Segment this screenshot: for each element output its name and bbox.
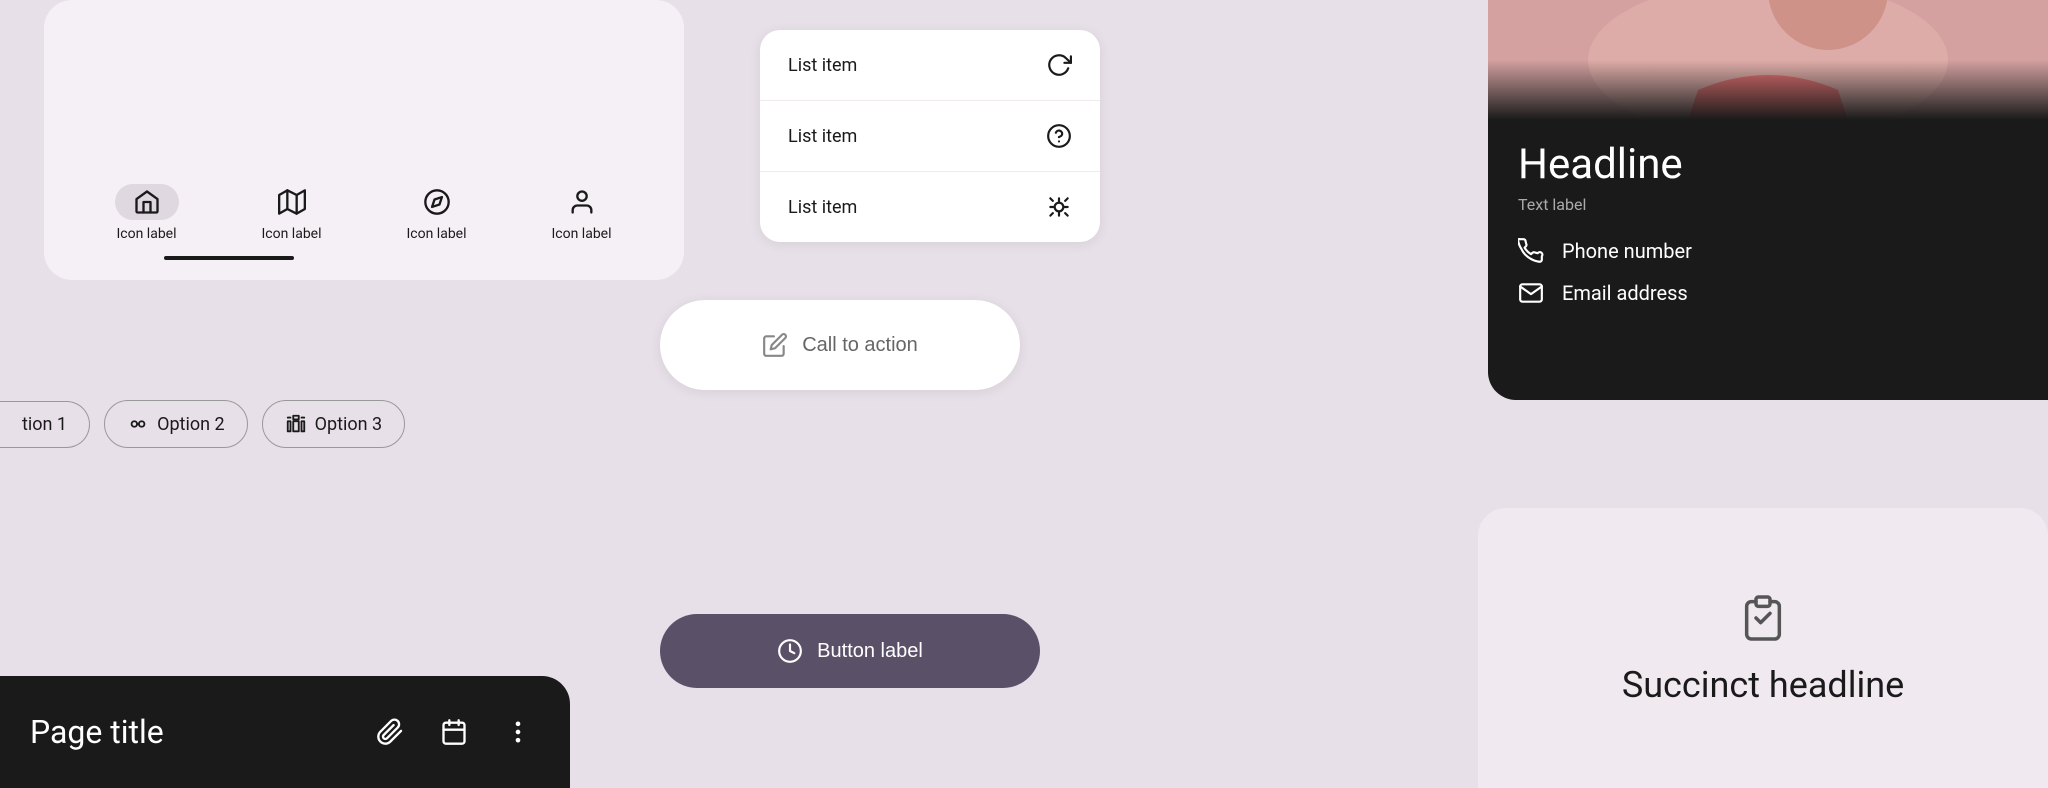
- refresh-icon: [1046, 52, 1072, 78]
- navigation-card: Icon label Icon label Icon label: [44, 0, 684, 280]
- filled-action-button[interactable]: Button label: [660, 614, 1040, 688]
- nav-icon-compass: [405, 184, 469, 220]
- filled-button-label: Button label: [817, 640, 923, 663]
- more-vertical-icon: [504, 718, 532, 746]
- list-item-1-icon: [1046, 52, 1072, 78]
- contact-photo: [1488, 0, 2048, 120]
- list-item-1[interactable]: List item: [760, 30, 1100, 101]
- list-item-2-text: List item: [788, 126, 857, 147]
- list-item-3[interactable]: List item: [760, 172, 1100, 242]
- contact-card: Headline Text label Phone number Email a…: [1488, 0, 2048, 400]
- nav-label-2: Icon label: [261, 226, 321, 242]
- nav-item-2[interactable]: Icon label: [260, 184, 324, 242]
- mail-svg: [1518, 280, 1544, 306]
- list-item-3-icon: [1046, 194, 1072, 220]
- nav-bar: Icon label Icon label Icon label: [44, 174, 684, 242]
- contact-headline: Headline: [1518, 140, 2018, 189]
- nav-icon-map: [260, 184, 324, 220]
- clipboard-check-icon: [1735, 590, 1791, 646]
- timer-icon: [777, 638, 803, 664]
- bug-icon: [1046, 194, 1072, 220]
- chip-option1[interactable]: tion 1: [0, 401, 90, 448]
- nav-item-4[interactable]: Icon label: [550, 184, 614, 242]
- feature-card: Succinct headline: [1478, 508, 2048, 788]
- contact-email-text: Email address: [1562, 281, 1688, 305]
- map-icon: [278, 188, 306, 216]
- chip-option3[interactable]: Option 3: [262, 400, 406, 448]
- contact-info: Headline Text label Phone number Email a…: [1488, 120, 2048, 400]
- phone-icon: [1518, 238, 1544, 264]
- nav-icon-home-bg: [115, 184, 179, 220]
- help-circle-icon: [1046, 123, 1072, 149]
- home-icon: [133, 188, 161, 216]
- list-item-3-text: List item: [788, 197, 857, 218]
- edit-icon: [762, 332, 788, 358]
- paperclip-icon: [376, 718, 404, 746]
- feature-headline: Succinct headline: [1622, 664, 1904, 706]
- nav-icon-person: [550, 184, 614, 220]
- attach-button[interactable]: [368, 710, 412, 754]
- contact-sublabel: Text label: [1518, 195, 2018, 214]
- nav-active-indicator: [164, 256, 294, 260]
- chip-option3-icon: [285, 413, 307, 435]
- chip-option2[interactable]: Option 2: [104, 400, 248, 448]
- photo-gradient-overlay: [1488, 60, 2048, 120]
- cta-button[interactable]: Call to action: [660, 300, 1020, 390]
- nav-label-4: Icon label: [551, 226, 611, 242]
- calendar-icon: [440, 718, 468, 746]
- chip-option2-label: Option 2: [157, 414, 225, 435]
- contact-email-row[interactable]: Email address: [1518, 280, 2018, 306]
- list-card: List item List item List item: [760, 30, 1100, 242]
- page-title: Page title: [30, 713, 348, 751]
- nav-label-3: Icon label: [406, 226, 466, 242]
- compass-icon: [423, 188, 451, 216]
- nav-item-1[interactable]: Icon label: [115, 184, 179, 242]
- nav-item-3[interactable]: Icon label: [405, 184, 469, 242]
- contact-phone-text: Phone number: [1562, 239, 1692, 263]
- list-item-2[interactable]: List item: [760, 101, 1100, 172]
- calendar-button[interactable]: [432, 710, 476, 754]
- email-icon: [1518, 280, 1544, 306]
- contact-phone-row[interactable]: Phone number: [1518, 238, 2018, 264]
- list-item-2-icon: [1046, 123, 1072, 149]
- bottom-bar: Page title: [0, 676, 570, 788]
- phone-svg: [1518, 238, 1544, 264]
- chip-option1-label: tion 1: [22, 414, 67, 435]
- chip-option2-icon: [127, 413, 149, 435]
- feature-card-icon: [1735, 590, 1791, 646]
- more-options-button[interactable]: [496, 710, 540, 754]
- chip-option3-label: Option 3: [315, 414, 383, 435]
- cta-label: Call to action: [802, 334, 918, 357]
- chip-row: tion 1 Option 2 Option 3: [0, 400, 405, 448]
- nav-label-1: Icon label: [116, 226, 176, 242]
- list-item-1-text: List item: [788, 55, 857, 76]
- person-icon: [568, 188, 596, 216]
